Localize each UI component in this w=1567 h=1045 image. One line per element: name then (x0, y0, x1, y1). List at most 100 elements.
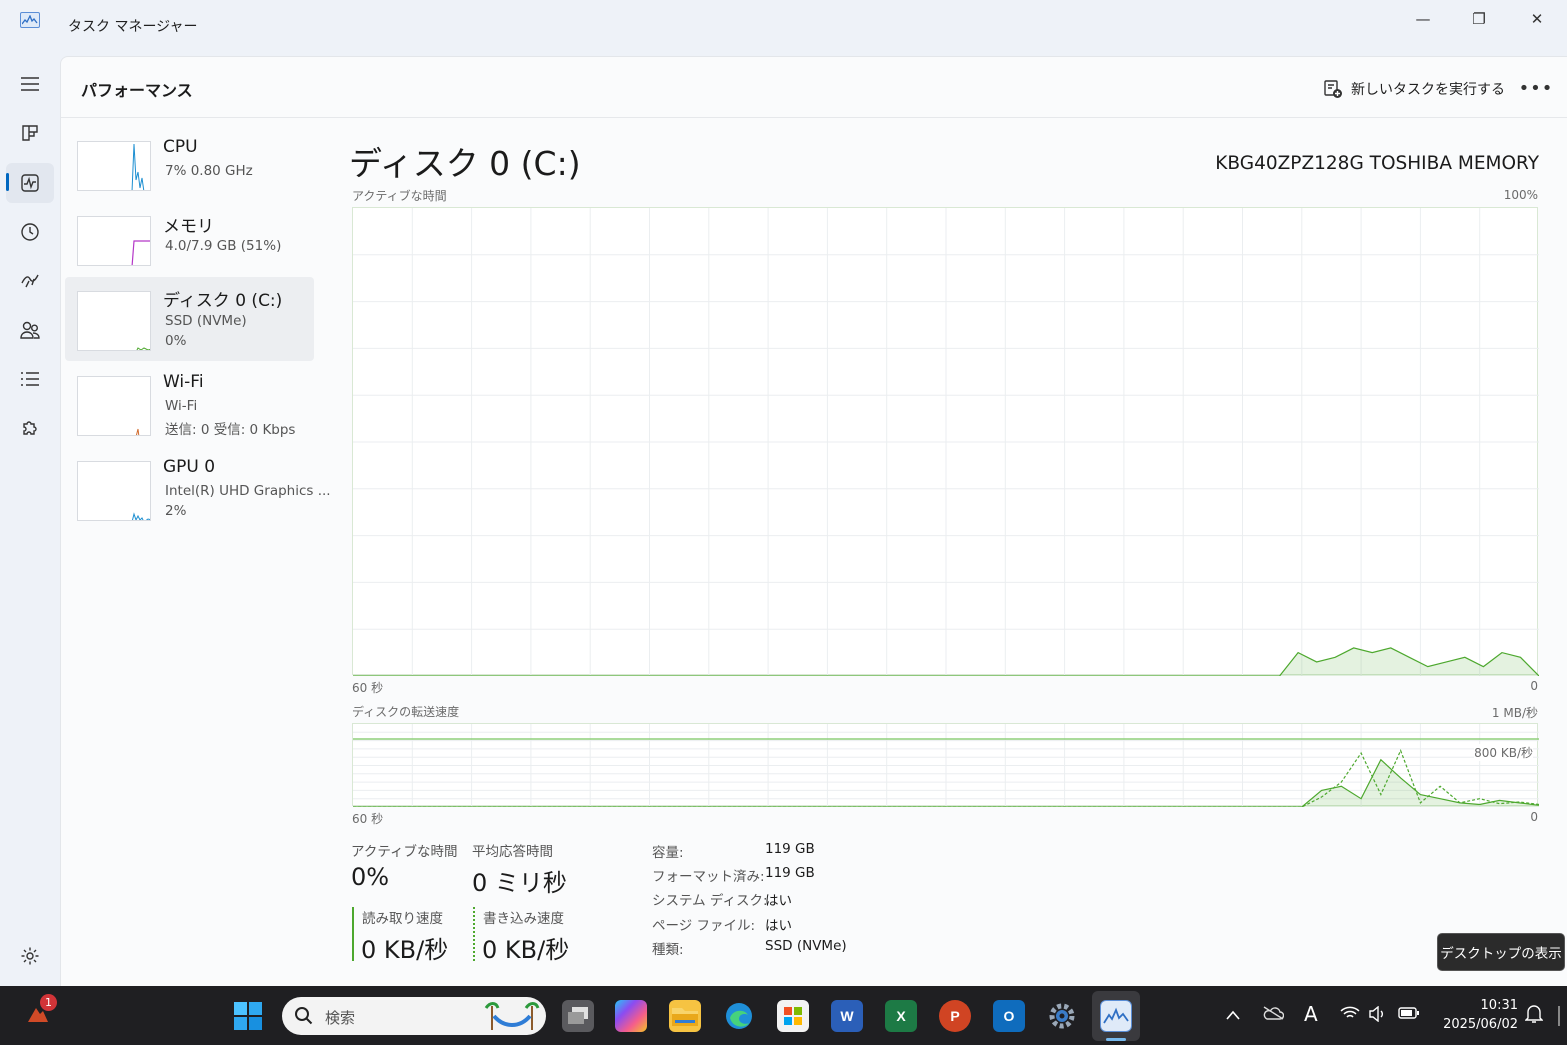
wifi-icon[interactable] (1340, 1006, 1360, 1024)
processes-icon (22, 125, 38, 141)
nav-services-button[interactable] (6, 408, 54, 448)
sidebar-item-disk-0[interactable]: ディスク 0 (C:) SSD (NVMe) 0% (65, 277, 314, 361)
sidebar-item-wifi[interactable]: Wi-Fi Wi-Fi 送信: 0 受信: 0 Kbps (65, 372, 314, 456)
users-icon (20, 321, 40, 339)
powerpoint-button[interactable]: P (939, 1000, 971, 1032)
nav-startup-apps-button[interactable] (6, 261, 54, 301)
avg-response-stat-label: 平均応答時間 (472, 844, 553, 860)
spec-capacity-key: 容量: (652, 845, 684, 861)
minimize-button[interactable]: — (1395, 4, 1451, 34)
run-new-task-button[interactable]: 新しいタスクを実行する (1323, 75, 1505, 103)
write-speed-indicator (473, 907, 475, 961)
active-time-stat-label: アクティブな時間 (351, 844, 458, 860)
spec-page-file-value: はい (765, 918, 792, 934)
sidebar-item-name: GPU 0 (163, 457, 216, 477)
close-button[interactable]: ✕ (1509, 4, 1565, 34)
battery-icon[interactable] (1398, 1006, 1420, 1024)
navigation-rail (0, 56, 60, 986)
window-title: タスク マネージャー (68, 19, 198, 35)
sidebar-item-name: Wi-Fi (163, 372, 204, 392)
more-options-button[interactable]: ••• (1516, 73, 1556, 103)
sidebar-item-gpu-0[interactable]: GPU 0 Intel(R) UHD Graphics ... 2% (65, 457, 331, 541)
spec-capacity-value: 119 GB (765, 841, 815, 857)
sidebar-item-detail: SSD (NVMe) (165, 313, 247, 329)
edge-browser-button[interactable] (723, 1000, 755, 1032)
read-speed-stat-label: 読み取り速度 (362, 911, 443, 927)
start-button[interactable] (232, 1000, 264, 1032)
disk-title: ディスク 0 (C:) (349, 144, 581, 183)
nav-performance-button[interactable] (6, 163, 54, 203)
powerpoint-icon: P (950, 1008, 960, 1024)
search-placeholder: 検索 (325, 1009, 356, 1027)
cpu-thumbnail-graph (77, 141, 151, 191)
active-time-graph-max: 100% (1503, 188, 1538, 202)
sidebar-item-detail: Wi-Fi (165, 398, 198, 414)
word-button[interactable]: W (831, 1000, 863, 1032)
run-new-task-label: 新しいタスクを実行する (1351, 82, 1505, 98)
transfer-rate-graph-label: ディスクの転送速度 (352, 705, 460, 719)
sidebar-item-throughput: 送信: 0 受信: 0 Kbps (165, 422, 296, 438)
active-app-indicator (1106, 1038, 1126, 1041)
disk-thumbnail-graph (77, 291, 151, 351)
task-view-button[interactable] (562, 1000, 594, 1032)
spec-formatted-value: 119 GB (765, 865, 815, 881)
outlook-new-button[interactable]: O (993, 1000, 1025, 1032)
task-manager-icon (1103, 1007, 1129, 1024)
file-explorer-button[interactable] (669, 1000, 701, 1032)
onedrive-offline-icon[interactable] (1262, 1006, 1285, 1024)
hamburger-menu-button[interactable] (6, 64, 54, 104)
spec-type-value: SSD (NVMe) (765, 938, 847, 954)
title-bar: タスク マネージャー — ❐ ✕ (0, 0, 1567, 56)
taskbar-search-box[interactable]: 検索 (282, 997, 546, 1035)
ime-mode-indicator[interactable]: A (1304, 1002, 1318, 1026)
transfer-rate-reference-label: 800 KB/秒 (1474, 744, 1533, 761)
settings-gear-icon (21, 947, 39, 965)
nav-details-button[interactable] (6, 359, 54, 399)
word-icon: W (840, 1008, 854, 1024)
gpu-thumbnail-graph (77, 461, 151, 521)
main-panel: パフォーマンス 新しいタスクを実行する ••• CPU 7% 0.80 GHz … (60, 56, 1567, 986)
edge-icon (726, 1003, 752, 1029)
disk-model: KBG40ZPZ128G TOSHIBA MEMORY (1215, 153, 1539, 174)
nav-settings-button[interactable] (6, 936, 54, 976)
task-manager-app-icon (20, 12, 40, 28)
nav-processes-button[interactable] (6, 113, 54, 153)
folder-icon (672, 1008, 698, 1026)
notification-center-icon[interactable] (1524, 1004, 1544, 1028)
history-icon (21, 223, 39, 241)
sidebar-item-cpu[interactable]: CPU 7% 0.80 GHz (65, 137, 314, 221)
sidebar-item-usage: 2% (165, 503, 187, 519)
nav-users-button[interactable] (6, 310, 54, 350)
hamburger-icon (21, 77, 39, 91)
show-desktop-tooltip: デスクトップの表示 (1437, 933, 1565, 971)
transfer-rate-graph-left-axis: 60 秒 (352, 812, 384, 826)
clock-time: 10:31 (1480, 998, 1518, 1013)
notification-badge: 1 (40, 994, 57, 1011)
spec-system-disk-value: はい (765, 893, 792, 909)
details-list-icon (21, 372, 39, 386)
write-speed-stat-value: 0 KB/秒 (482, 936, 570, 964)
taskbar-clock[interactable]: 10:31 2025/06/02 (1436, 996, 1518, 1034)
spec-formatted-key: フォーマット済み: (652, 869, 765, 885)
volume-icon[interactable] (1368, 1005, 1386, 1026)
nav-app-history-button[interactable] (6, 212, 54, 252)
sidebar-item-detail: 4.0/7.9 GB (51%) (165, 238, 282, 254)
show-desktop-button[interactable] (1558, 1006, 1560, 1026)
active-nav-indicator (6, 173, 9, 191)
task-view-icon (568, 1007, 588, 1024)
active-time-graph-right-axis: 0 (1530, 679, 1538, 693)
tray-overflow-chevron-icon[interactable] (1226, 1006, 1240, 1024)
maximize-button[interactable]: ❐ (1451, 4, 1507, 34)
microsoft-store-button[interactable] (777, 1000, 809, 1032)
clock-date: 2025/06/02 (1443, 1017, 1518, 1032)
page-header: パフォーマンス 新しいタスクを実行する ••• (61, 57, 1567, 118)
task-manager-taskbar-button[interactable] (1100, 1000, 1132, 1032)
sidebar-item-usage: 0% (165, 333, 187, 349)
services-puzzle-icon (23, 421, 37, 435)
settings-app-button[interactable] (1046, 1000, 1078, 1032)
memory-thumbnail-graph (77, 216, 151, 266)
excel-button[interactable]: X (885, 1000, 917, 1032)
performance-icon (21, 174, 39, 192)
copilot-button[interactable] (615, 1000, 647, 1032)
read-speed-stat-value: 0 KB/秒 (361, 936, 449, 964)
